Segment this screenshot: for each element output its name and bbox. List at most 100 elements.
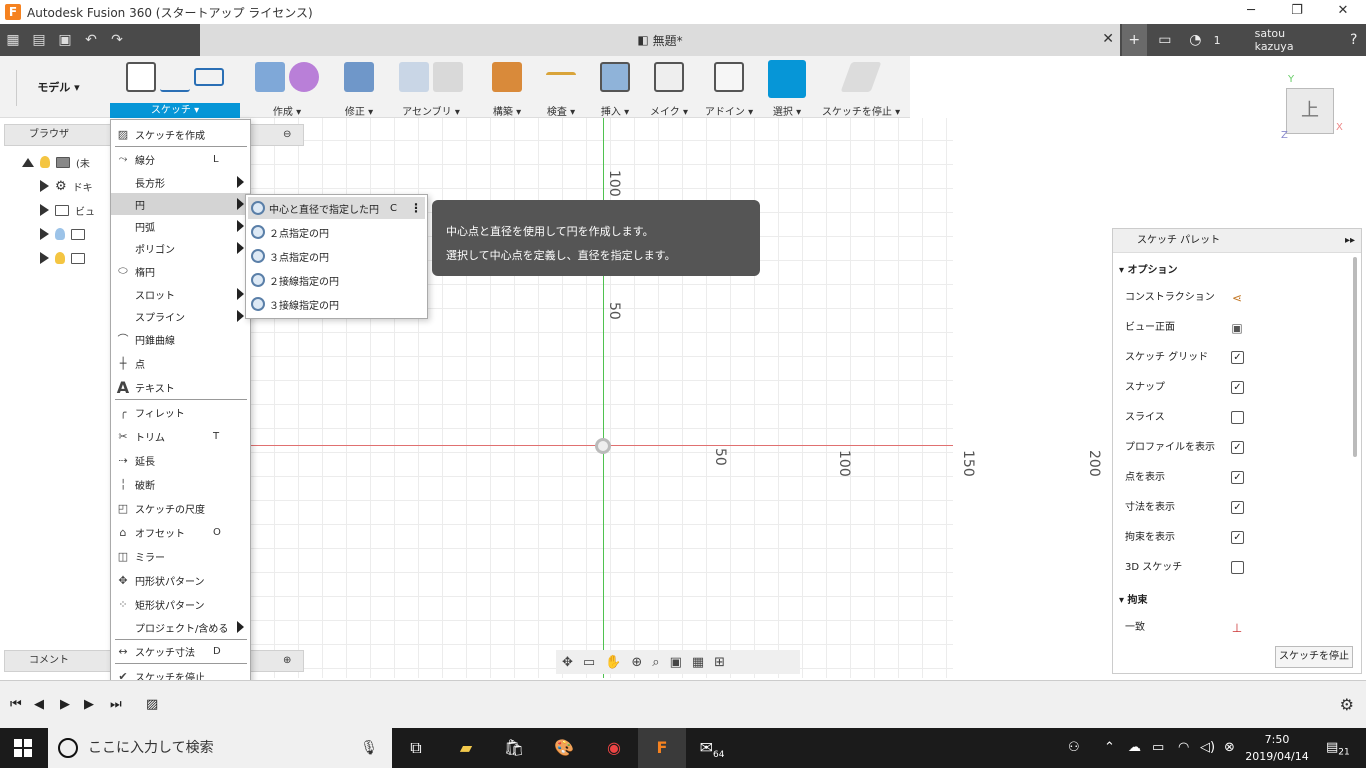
store-icon[interactable]: 🛍 [490, 728, 538, 768]
menu-item-extend[interactable]: ⇢ 延長 [111, 449, 250, 471]
show-hidden-icons-icon[interactable]: ⌃ [1104, 728, 1115, 768]
windows-start-icon[interactable] [14, 739, 32, 757]
show-points-checkbox[interactable]: ✓ [1231, 471, 1244, 484]
construction-icon[interactable]: ⋖ [1229, 290, 1245, 306]
submenu-item-2point-circle[interactable]: ２点指定の円 [248, 221, 425, 243]
measure-icon[interactable] [546, 72, 576, 84]
submenu-item-center-diameter-circle[interactable]: 中心と直径で指定した円 C ⋮ [248, 197, 425, 219]
3d-print-icon[interactable] [654, 62, 684, 92]
expand-icon[interactable] [22, 157, 34, 167]
menu-item-mirror[interactable]: ◫ ミラー [111, 545, 250, 567]
menu-item-project-include[interactable]: プロジェクト/含める [111, 616, 250, 638]
grid-settings-icon[interactable]: ▦ [692, 655, 704, 670]
volume-icon[interactable]: ◁) [1200, 728, 1215, 768]
3d-sketch-checkbox[interactable] [1231, 561, 1244, 574]
paint-icon[interactable]: 🎨 [540, 728, 588, 768]
timeline-settings-icon[interactable]: ⚙ [1340, 695, 1354, 714]
go-to-start-icon[interactable]: ⏮ [10, 697, 22, 712]
people-icon[interactable]: ⚇ [1068, 728, 1080, 768]
snap-checkbox[interactable]: ✓ [1231, 381, 1244, 394]
sketch-palette-header[interactable]: スケッチ パレット ▸▸ [1113, 229, 1361, 253]
toolbar-group-sketch[interactable]: スケッチ ▾ [110, 56, 240, 118]
toolbar-group-addins[interactable]: アドイン ▾ [702, 56, 756, 118]
taskbar-search-box[interactable]: ここに入力して検索 🎙 [48, 728, 392, 768]
step-back-icon[interactable]: ◀ [34, 697, 44, 712]
press-pull-icon[interactable] [344, 62, 374, 92]
file-menu-icon[interactable]: ▤ [26, 32, 52, 48]
user-name[interactable]: satou kazuya [1255, 27, 1324, 53]
file-explorer-icon[interactable]: ▰ [442, 728, 490, 768]
show-dimensions-checkbox[interactable]: ✓ [1231, 501, 1244, 514]
menu-item-polygon[interactable]: ポリゴン [111, 237, 250, 259]
tab-close-icon[interactable]: ✕ [1102, 31, 1114, 47]
palette-scrollbar[interactable] [1353, 257, 1357, 457]
pan-hand-icon[interactable]: ✋ [605, 655, 621, 670]
form-icon[interactable] [289, 62, 319, 92]
menu-item-spline[interactable]: スプライン [111, 305, 250, 327]
redo-icon[interactable]: ↷ [104, 32, 130, 48]
toolbar-group-make[interactable]: メイク ▾ [646, 56, 692, 118]
extrude-icon[interactable] [255, 62, 285, 92]
viewports-icon[interactable]: ⊞ [714, 655, 725, 670]
palette-stop-sketch-button[interactable]: スケッチを停止 [1275, 646, 1353, 668]
origin-point[interactable] [595, 438, 611, 454]
fusion-taskbar-icon[interactable]: F [638, 728, 686, 768]
menu-item-rectangular-pattern[interactable]: ⁘ 矩形状パターン [111, 593, 250, 615]
menu-item-circle[interactable]: 円 [111, 193, 250, 215]
menu-item-arc[interactable]: 円弧 [111, 215, 250, 237]
visibility-bulb-icon[interactable] [40, 156, 50, 168]
toolbar-group-stop-sketch[interactable]: スケッチを停止 ▾ [818, 56, 904, 118]
line-icon[interactable] [160, 62, 190, 92]
submenu-item-3point-circle[interactable]: ３点指定の円 [248, 245, 425, 267]
tree-row[interactable] [18, 246, 118, 270]
menu-item-circular-pattern[interactable]: ✥ 円形状パターン [111, 569, 250, 591]
slice-checkbox[interactable] [1231, 411, 1244, 424]
expand-icon[interactable] [40, 228, 49, 240]
menu-item-sketch-scale[interactable]: ◰ スケッチの尺度 [111, 497, 250, 519]
tree-row[interactable] [18, 222, 118, 246]
toolbar-group-inspect[interactable]: 検査 ▾ [538, 56, 584, 118]
minimize-button[interactable]: ─ [1228, 0, 1274, 24]
options-section-header[interactable]: ▾ オプション [1119, 261, 1178, 276]
orbit-icon[interactable]: ✥ [562, 655, 573, 670]
new-component-icon[interactable] [399, 62, 429, 92]
expand-icon[interactable] [40, 180, 49, 192]
zoom-icon[interactable]: ⊕ [631, 655, 642, 670]
wifi-icon[interactable]: ◠ [1178, 728, 1189, 768]
workspace-selector[interactable]: モデル ▾ [16, 70, 100, 106]
menu-item-slot[interactable]: スロット [111, 283, 250, 305]
microphone-icon[interactable]: 🎙 [360, 728, 378, 768]
view-cube[interactable]: 上 [1286, 88, 1334, 134]
submenu-item-3tangent-circle[interactable]: ３接線指定の円 [248, 293, 425, 315]
toolbar-group-modify[interactable]: 修正 ▾ [334, 56, 384, 118]
toolbar-group-insert[interactable]: 挿入 ▾ [592, 56, 638, 118]
expand-icon[interactable] [40, 204, 49, 216]
go-to-end-icon[interactable]: ⏭ [110, 697, 122, 712]
comment-icon[interactable]: ▭ [1153, 24, 1178, 56]
menu-item-trim[interactable]: ✂ トリム T [111, 425, 250, 447]
show-profile-checkbox[interactable]: ✓ [1231, 441, 1244, 454]
submenu-item-2tangent-circle[interactable]: ２接線指定の円 [248, 269, 425, 291]
rectangle-icon[interactable] [194, 68, 224, 86]
play-icon[interactable]: ▶ [60, 697, 70, 712]
tree-row[interactable]: (未 [18, 150, 118, 174]
expand-icon[interactable] [40, 252, 49, 264]
timeline-sketch-feature-icon[interactable]: ▨ [146, 697, 158, 712]
expand-palette-icon[interactable]: ▸▸ [1345, 229, 1355, 253]
display-settings-icon[interactable]: ▣ [670, 655, 682, 670]
toolbar-group-create[interactable]: 作成 ▾ [246, 56, 328, 118]
sketch-grid-checkbox[interactable]: ✓ [1231, 351, 1244, 364]
create-sketch-icon[interactable] [126, 62, 156, 92]
task-view-icon[interactable]: ⧉ [392, 728, 440, 768]
browser-collapse-icon[interactable]: ⊖ [283, 125, 291, 145]
menu-item-offset[interactable]: ⌂ オフセット O [111, 521, 250, 543]
look-at-icon[interactable]: ▣ [1229, 320, 1245, 336]
job-status-icon[interactable]: ◔ [1183, 24, 1208, 56]
menu-item-fillet[interactable]: ╭ フィレット [111, 401, 250, 423]
insert-image-icon[interactable] [600, 62, 630, 92]
restore-button[interactable]: ❐ [1274, 0, 1320, 24]
scripts-icon[interactable] [714, 62, 744, 92]
toolbar-group-select[interactable]: 選択 ▾ [766, 56, 808, 118]
battery-icon[interactable]: ▭ [1152, 728, 1164, 768]
undo-icon[interactable]: ↶ [78, 32, 104, 48]
